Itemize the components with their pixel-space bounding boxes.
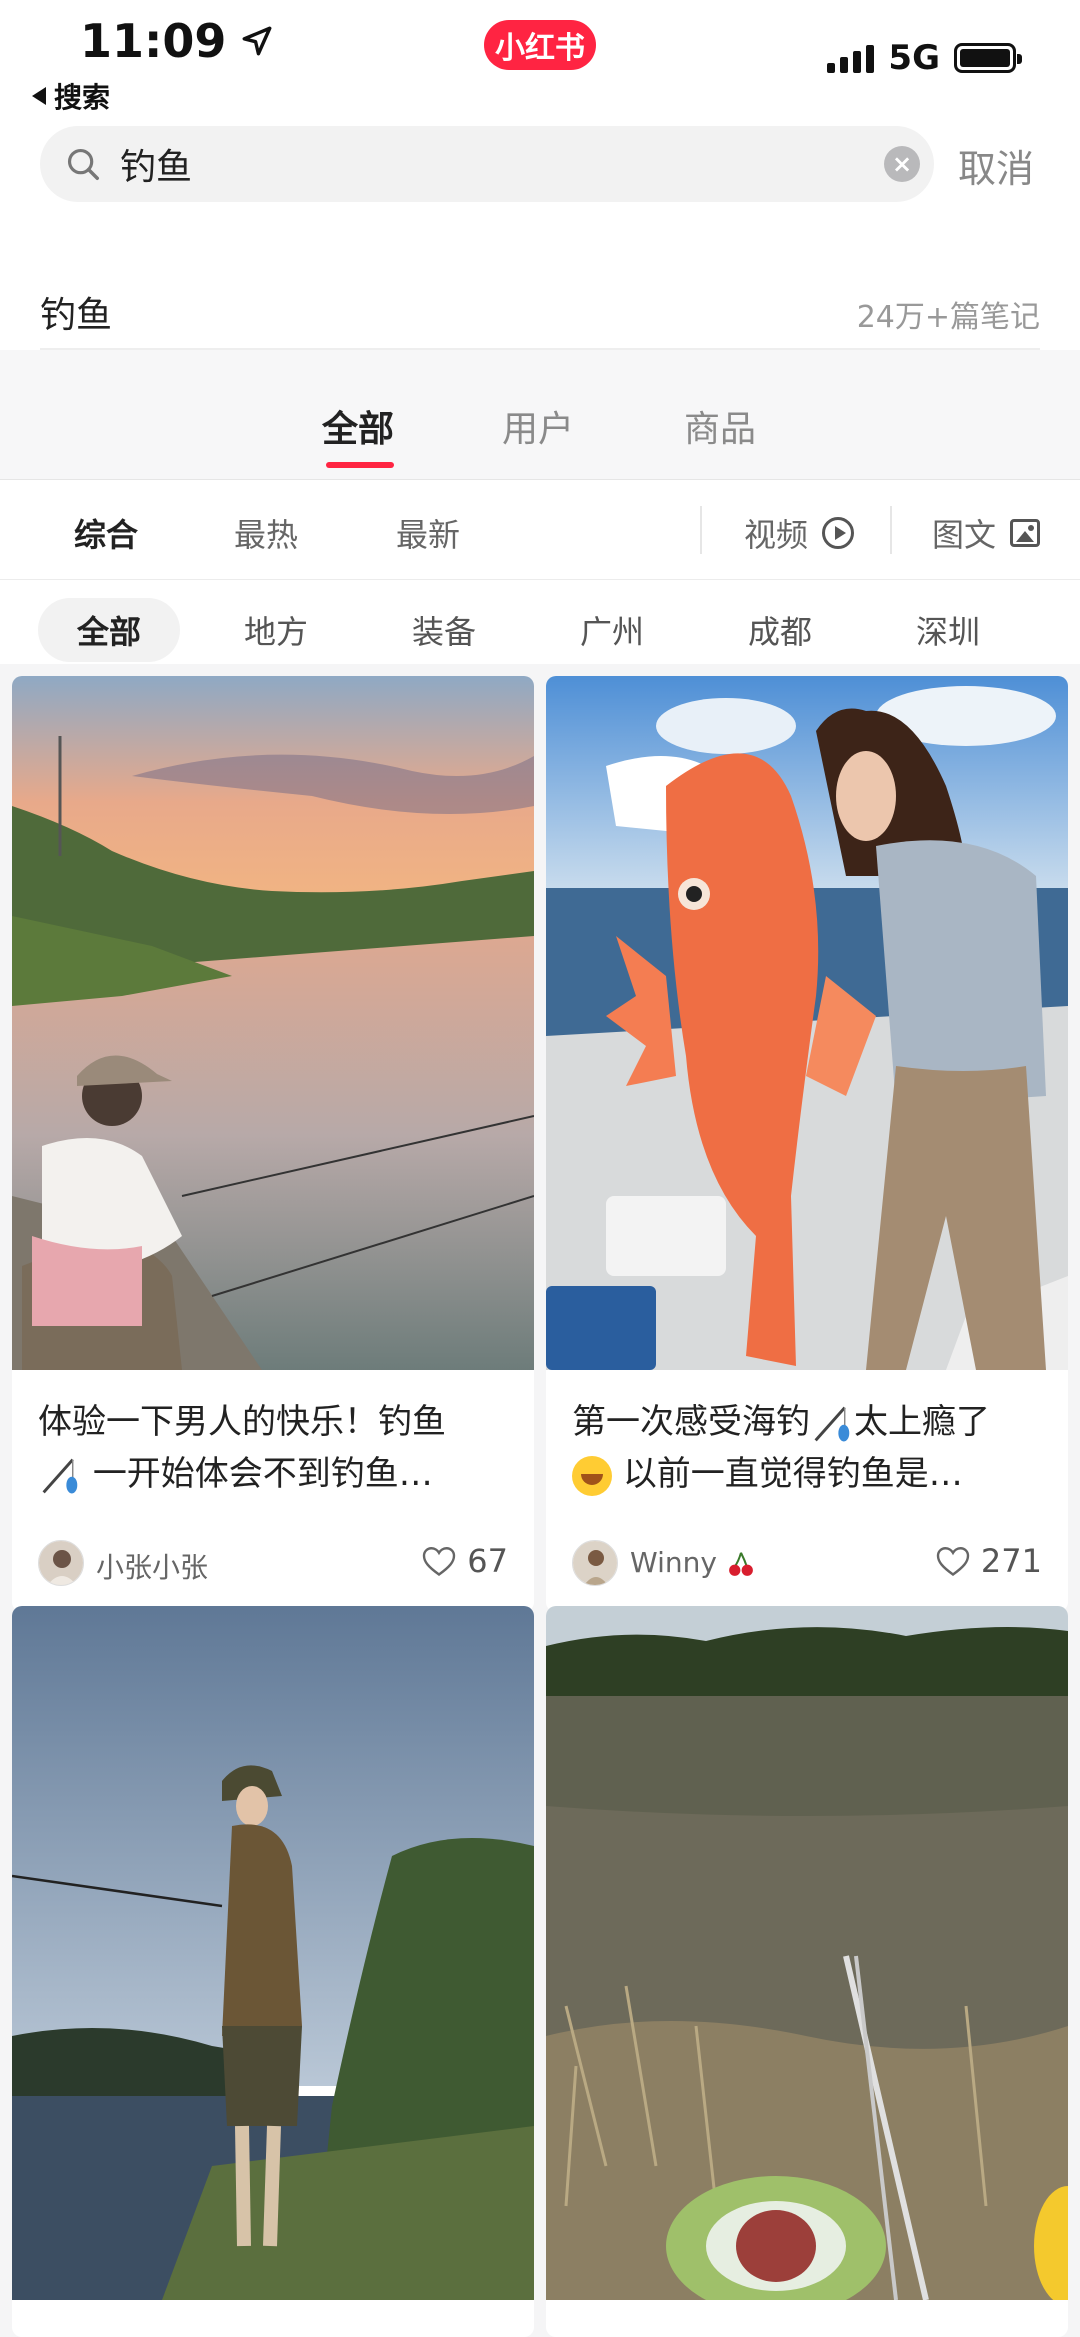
result-keyword[interactable]: 钓鱼	[40, 286, 112, 338]
author-name-wrap[interactable]: Winny	[630, 1546, 756, 1579]
pond-bait-photo	[546, 1606, 1068, 2300]
network-type: 5G	[888, 38, 940, 78]
sort-comprehensive[interactable]: 综合	[74, 510, 138, 556]
chip-all[interactable]: 全部	[38, 598, 180, 662]
image-icon	[1010, 519, 1041, 547]
note-title-line2: 一开始体会不到钓鱼…	[92, 1454, 433, 1494]
note-cover-image[interactable]	[12, 676, 534, 1370]
note-card[interactable]: 体验一下男人的快乐！钓鱼 一开始体会不到钓鱼… 小张小张 67	[12, 676, 534, 1612]
search-icon	[67, 148, 99, 180]
note-card[interactable]	[12, 1606, 534, 2337]
result-count: 24万+篇笔记	[856, 300, 1040, 335]
chip-local[interactable]: 地方	[226, 598, 326, 662]
laughing-emoji-icon	[572, 1455, 612, 1496]
note-title-line1: 第一次感受海钓	[572, 1402, 810, 1442]
note-title[interactable]: 第一次感受海钓 太上瘾了 以前一直觉得钓鱼是…	[546, 1370, 1068, 1526]
chip-gear[interactable]: 装备	[394, 598, 494, 662]
tab-products[interactable]: 商品	[684, 400, 756, 452]
location-arrow-icon	[242, 26, 272, 56]
app-logo: 小红书	[484, 20, 596, 70]
search-input[interactable]	[120, 143, 860, 185]
note-footer: Winny 271	[546, 1526, 1068, 1612]
status-bar: 11:09 小红书 5G 搜索	[0, 0, 1080, 114]
note-title-line1-end: 太上瘾了	[854, 1402, 990, 1442]
notes-feed: 体验一下男人的快乐！钓鱼 一开始体会不到钓鱼… 小张小张 67 第一次感受海钓 …	[0, 664, 1080, 2337]
status-time: 11:09	[80, 14, 274, 68]
time-label: 11:09	[80, 14, 227, 68]
fishing-pole-emoji-icon	[42, 1458, 78, 1493]
fishing-pole-emoji-icon	[814, 1406, 850, 1441]
play-icon	[822, 517, 855, 549]
author-name: Winny	[630, 1546, 717, 1579]
avatar[interactable]	[572, 1540, 618, 1586]
sunset-lake-photo	[12, 676, 534, 1370]
chip-chengdu[interactable]: 成都	[730, 598, 830, 662]
search-row: × 取消	[0, 80, 1080, 202]
note-title-line1: 体验一下男人的快乐！钓鱼	[38, 1402, 446, 1442]
note-card[interactable]: 第一次感受海钓 太上瘾了 以前一直觉得钓鱼是… Winny 271	[546, 676, 1068, 1612]
riverbank-angler-photo	[12, 1606, 534, 2300]
search-box[interactable]: ×	[40, 126, 934, 202]
note-title-line2-wrap: 以前一直觉得钓鱼是…	[572, 1448, 1042, 1500]
note-footer: 小张小张 67	[12, 1526, 534, 1612]
red-fish-boat-photo	[546, 676, 1068, 1370]
sort-hottest[interactable]: 最热	[234, 510, 298, 556]
note-title-line1-wrap: 第一次感受海钓 太上瘾了	[572, 1396, 1042, 1448]
divider	[700, 506, 702, 554]
cancel-button[interactable]: 取消	[958, 138, 1034, 193]
heart-icon	[423, 1547, 456, 1576]
avatar[interactable]	[38, 1540, 84, 1586]
result-header: 钓鱼 24万+篇笔记	[40, 200, 1040, 350]
author-name[interactable]: 小张小张	[96, 1546, 208, 1586]
tab-users[interactable]: 用户	[502, 400, 574, 452]
filter-video-label: 视频	[744, 516, 809, 554]
sort-newest[interactable]: 最新	[396, 510, 460, 556]
tab-all[interactable]: 全部	[322, 400, 394, 452]
active-tab-indicator	[326, 462, 394, 468]
filter-image-text[interactable]: 图文	[932, 510, 1041, 556]
heart-icon	[936, 1547, 970, 1576]
note-cover-image[interactable]	[546, 676, 1068, 1370]
like-count: 67	[467, 1542, 508, 1580]
note-title[interactable]: 体验一下男人的快乐！钓鱼 一开始体会不到钓鱼…	[12, 1370, 534, 1526]
like-button[interactable]: 67	[421, 1542, 508, 1580]
battery-level	[960, 49, 1010, 67]
note-title-line2-wrap: 一开始体会不到钓鱼…	[38, 1448, 508, 1500]
clear-search-icon[interactable]: ×	[884, 146, 920, 182]
status-indicators: 5G	[827, 38, 1022, 78]
header-area: 11:09 小红书 5G 搜索 × 取消 钓鱼 24万+篇笔记	[0, 0, 1080, 350]
divider	[890, 506, 892, 554]
cherry-emoji-icon	[728, 1552, 753, 1576]
note-cover-image[interactable]	[546, 1606, 1068, 2300]
note-title-line2: 以前一直觉得钓鱼是…	[622, 1454, 963, 1494]
battery-icon	[954, 43, 1022, 73]
note-cover-image[interactable]	[12, 1606, 534, 2300]
category-tabs: 全部 用户 商品	[0, 350, 1080, 480]
chip-shenzhen[interactable]: 深圳	[898, 598, 998, 662]
filter-video[interactable]: 视频	[744, 510, 855, 556]
sort-row: 综合 最热 最新 视频 图文	[0, 480, 1080, 580]
note-card[interactable]	[546, 1606, 1068, 2337]
signal-icon	[827, 43, 875, 73]
like-count: 271	[980, 1542, 1042, 1580]
chip-guangzhou[interactable]: 广州	[562, 598, 662, 662]
filter-image-text-label: 图文	[932, 516, 997, 554]
like-button[interactable]: 271	[935, 1542, 1042, 1580]
